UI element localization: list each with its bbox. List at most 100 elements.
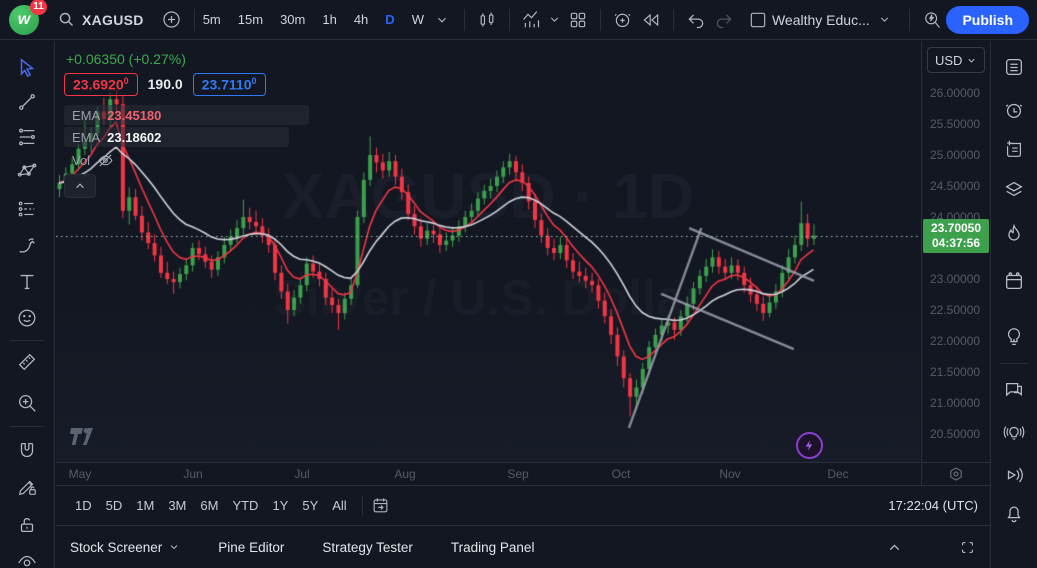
- ideas-stream-icon[interactable]: [998, 417, 1030, 449]
- notes-add-icon[interactable]: [998, 133, 1030, 165]
- alert-add-icon[interactable]: [609, 6, 637, 34]
- watchlist-icon[interactable]: [998, 51, 1030, 83]
- range-5d[interactable]: 5D: [99, 494, 130, 517]
- timeframe-chevron-icon[interactable]: [428, 6, 456, 34]
- scales-settings-corner[interactable]: [921, 462, 990, 485]
- range-buttons: 1D5D1M3M6MYTD1Y5YAll: [68, 494, 354, 517]
- go-to-date-icon[interactable]: [371, 496, 390, 515]
- timeframe-1h[interactable]: 1h: [322, 12, 336, 27]
- lock-all-drawings-icon[interactable]: [11, 509, 43, 541]
- chat-icon[interactable]: [998, 374, 1030, 406]
- notifications-bell-icon[interactable]: [998, 497, 1030, 529]
- fast-trade-lightning-button[interactable]: [796, 432, 823, 459]
- timeframe-30m[interactable]: 30m: [280, 12, 305, 27]
- emoji-tool-icon[interactable]: [11, 302, 43, 334]
- tab-pine-editor[interactable]: Pine Editor: [218, 540, 284, 555]
- pattern-xabcd-tool-icon[interactable]: [11, 155, 43, 187]
- ema-slow-legend-row[interactable]: EMA 23.18602: [64, 127, 289, 147]
- undo-icon[interactable]: [682, 6, 710, 34]
- maximize-panel-icon[interactable]: [959, 539, 976, 556]
- range-6m[interactable]: 6M: [193, 494, 225, 517]
- month-tick-dec[interactable]: Dec: [827, 467, 848, 481]
- tab-strategy-tester[interactable]: Strategy Tester: [322, 540, 413, 555]
- streams-live-icon[interactable]: [998, 459, 1030, 491]
- last-price-label: 23.70050 04:37:56: [923, 219, 989, 253]
- measure-tool-icon[interactable]: [11, 346, 43, 378]
- alerts-icon[interactable]: [998, 94, 1030, 126]
- month-tick-may[interactable]: May: [69, 467, 92, 481]
- cursor-tool-icon[interactable]: [11, 52, 43, 84]
- price-tick: 25.50000: [930, 117, 980, 131]
- text-tool-icon[interactable]: [11, 266, 43, 298]
- open-panel-chevron-icon[interactable]: [886, 539, 903, 556]
- prediction-tool-icon[interactable]: [11, 193, 43, 225]
- range-all[interactable]: All: [325, 494, 353, 517]
- redo-icon[interactable]: [710, 6, 738, 34]
- publish-button[interactable]: Publish: [946, 6, 1029, 34]
- month-tick-jul[interactable]: Jul: [294, 467, 309, 481]
- time-axis[interactable]: May Jun Jul Aug Sep Oct Nov Dec: [56, 462, 920, 485]
- chart-style-candles-icon[interactable]: [473, 6, 501, 34]
- volume-legend-row[interactable]: Vol: [64, 150, 136, 170]
- chart-pane[interactable]: XAGUSD · 1D Silver / U.S. Dollar +0.0635…: [56, 41, 920, 462]
- bar-countdown: 04:37:56: [923, 236, 989, 251]
- utc-clock[interactable]: 17:22:04 (UTC): [888, 498, 978, 513]
- layout-grid-icon[interactable]: [564, 6, 592, 34]
- bid-ask-row: 23.69200 190.0 23.71100: [64, 73, 266, 96]
- ideas-bulb-icon[interactable]: [998, 321, 1030, 353]
- range-5y[interactable]: 5Y: [295, 494, 325, 517]
- tab-stock-screener[interactable]: Stock Screener: [70, 540, 180, 555]
- sell-bid-button[interactable]: 23.69200: [64, 73, 138, 96]
- object-tree-layers-icon[interactable]: [998, 173, 1030, 205]
- trend-line-tool-icon[interactable]: [11, 86, 43, 118]
- fib-retracement-tool-icon[interactable]: [11, 121, 43, 153]
- tradingview-logo[interactable]: [70, 427, 100, 446]
- hotlists-flame-icon[interactable]: [998, 218, 1030, 250]
- range-ytd[interactable]: YTD: [225, 494, 265, 517]
- month-tick-jun[interactable]: Jun: [183, 467, 202, 481]
- indicators-icon[interactable]: [518, 6, 546, 34]
- timeframe-W[interactable]: W: [412, 12, 424, 27]
- buy-ask-button[interactable]: 23.71100: [193, 73, 266, 96]
- month-tick-nov[interactable]: Nov: [719, 467, 740, 481]
- zoom-in-tool-icon[interactable]: [11, 387, 43, 419]
- compare-add-symbol-icon[interactable]: [158, 6, 186, 34]
- legend-collapse-button[interactable]: [64, 174, 96, 198]
- divider: [10, 340, 44, 341]
- spread-value: 190.0: [148, 76, 183, 92]
- chevron-up-icon: [73, 179, 87, 193]
- magnet-tool-icon[interactable]: [11, 435, 43, 467]
- user-menu-button[interactable]: w 11: [9, 5, 39, 35]
- drawing-toolbar: [0, 41, 55, 568]
- brush-tool-icon[interactable]: [11, 230, 43, 262]
- currency-dropdown[interactable]: USD: [927, 47, 985, 73]
- range-1d[interactable]: 1D: [68, 494, 99, 517]
- symbol-search-button[interactable]: XAGUSD: [57, 11, 144, 29]
- eye-hidden-icon[interactable]: [97, 152, 114, 169]
- layout-name-menu[interactable]: Wealthy Educ...: [772, 12, 891, 28]
- ema-fast-legend-row[interactable]: EMA 23.45180: [64, 105, 309, 125]
- calendar-icon[interactable]: [998, 265, 1030, 297]
- quick-search-icon[interactable]: [918, 6, 946, 34]
- timeframe-15m[interactable]: 15m: [238, 12, 263, 27]
- month-tick-sep[interactable]: Sep: [507, 467, 528, 481]
- layout-save-icon[interactable]: [744, 6, 772, 34]
- tab-trading-panel[interactable]: Trading Panel: [451, 540, 535, 555]
- month-tick-oct[interactable]: Oct: [612, 467, 631, 481]
- replay-icon[interactable]: [637, 6, 665, 34]
- month-tick-aug[interactable]: Aug: [394, 467, 415, 481]
- timeframe-5m[interactable]: 5m: [203, 12, 221, 27]
- range-3m[interactable]: 3M: [161, 494, 193, 517]
- hide-drawings-eye-icon[interactable]: [11, 546, 43, 568]
- date-range-bar: 1D5D1M3M6MYTD1Y5YAll 17:22:04 (UTC): [56, 485, 990, 525]
- divider: [464, 9, 465, 31]
- price-scale[interactable]: USD 26.0000025.5000025.0000024.5000024.0…: [921, 41, 990, 462]
- timeframe-4h[interactable]: 4h: [354, 12, 368, 27]
- divider: [362, 496, 363, 516]
- range-1m[interactable]: 1M: [129, 494, 161, 517]
- drawing-sync-lock-icon[interactable]: [11, 471, 43, 503]
- range-1y[interactable]: 1Y: [265, 494, 295, 517]
- indicators-chevron-icon[interactable]: [546, 6, 564, 34]
- timeframe-D[interactable]: D: [385, 12, 394, 27]
- notification-count-badge: 11: [30, 0, 47, 15]
